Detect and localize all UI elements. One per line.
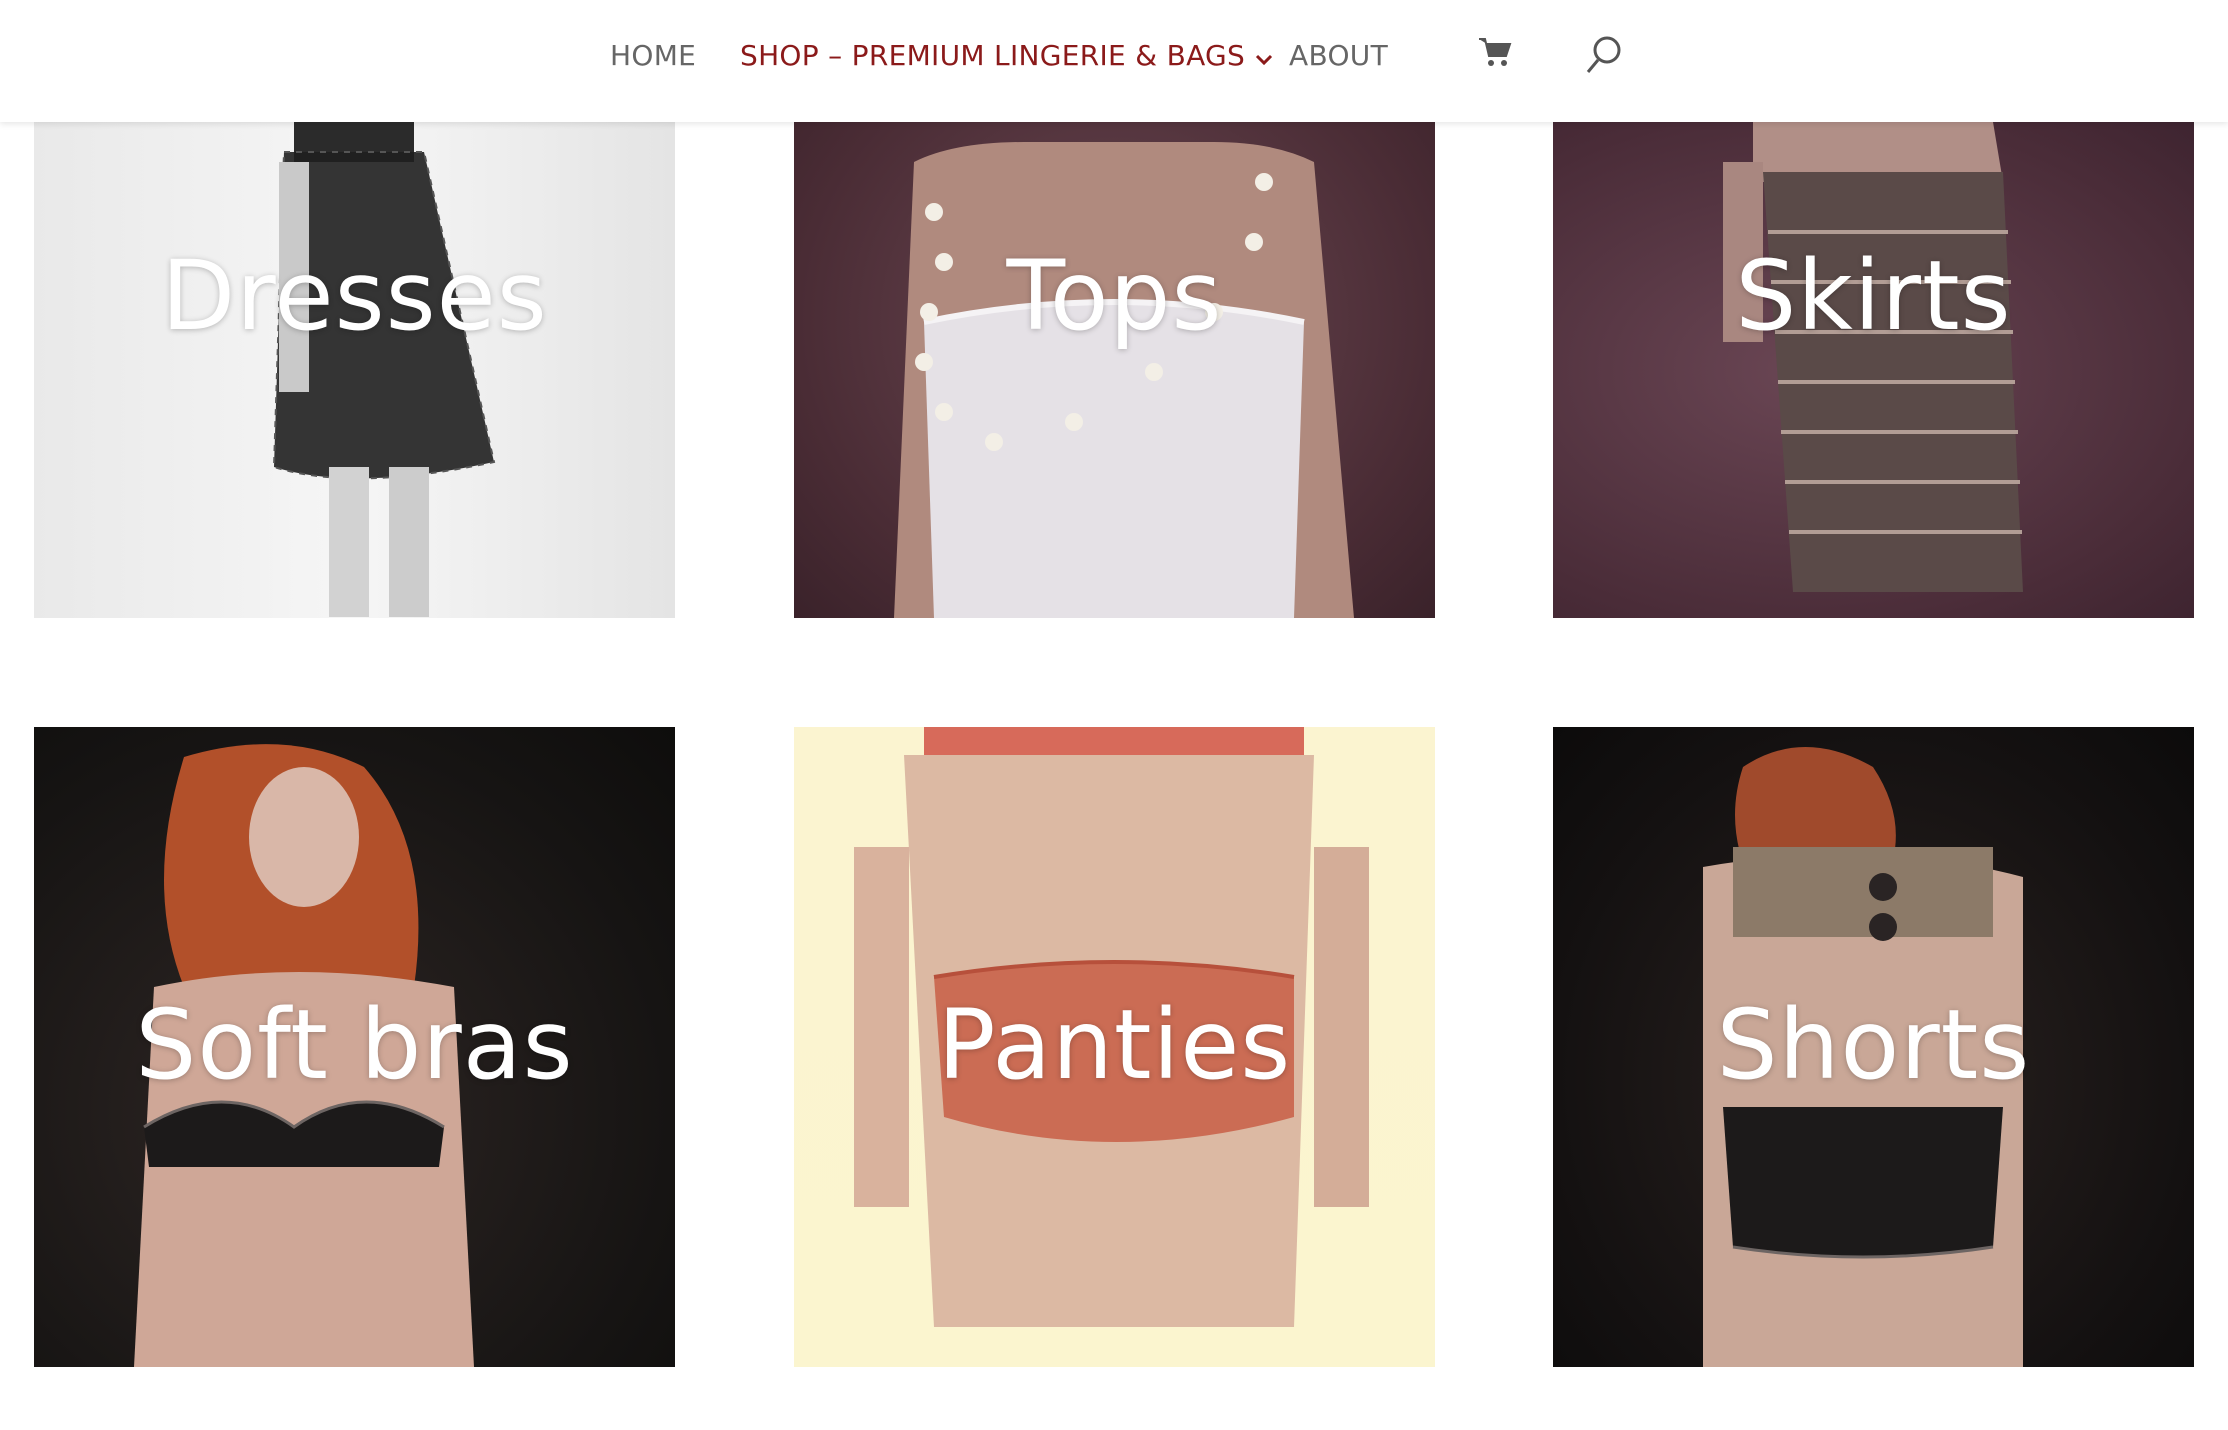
- category-tile-tops[interactable]: Tops: [794, 122, 1435, 618]
- site-header: HOME SHOP – PREMIUM LINGERIE & BAGS ABOU…: [0, 0, 2228, 122]
- category-tile-panties[interactable]: Panties: [794, 727, 1435, 1367]
- category-label: Skirts: [1735, 240, 2012, 352]
- category-tile-shorts[interactable]: Shorts: [1553, 727, 2194, 1367]
- category-label: Tops: [1006, 240, 1223, 352]
- dress-photo: [272, 122, 496, 617]
- cart-icon[interactable]: [1478, 36, 1512, 68]
- top-photo: [894, 142, 1354, 618]
- nav-shop[interactable]: SHOP – PREMIUM LINGERIE & BAGS: [740, 36, 1273, 76]
- nav-home[interactable]: HOME: [610, 36, 696, 76]
- nav-shop-label: SHOP – PREMIUM LINGERIE & BAGS: [740, 39, 1246, 72]
- category-tile-dresses[interactable]: Dresses: [34, 122, 675, 618]
- skirt-photo: [1723, 122, 2023, 592]
- category-label: Panties: [937, 989, 1292, 1101]
- category-tile-soft-bras[interactable]: Soft bras: [34, 727, 675, 1367]
- category-label: Dresses: [161, 240, 548, 352]
- nav-about[interactable]: ABOUT: [1289, 36, 1388, 76]
- category-label: Shorts: [1716, 989, 2031, 1101]
- category-label: Soft bras: [135, 989, 574, 1101]
- search-icon[interactable]: [1584, 34, 1624, 76]
- chevron-down-icon: [1255, 37, 1273, 77]
- category-tile-skirts[interactable]: Skirts: [1553, 122, 2194, 618]
